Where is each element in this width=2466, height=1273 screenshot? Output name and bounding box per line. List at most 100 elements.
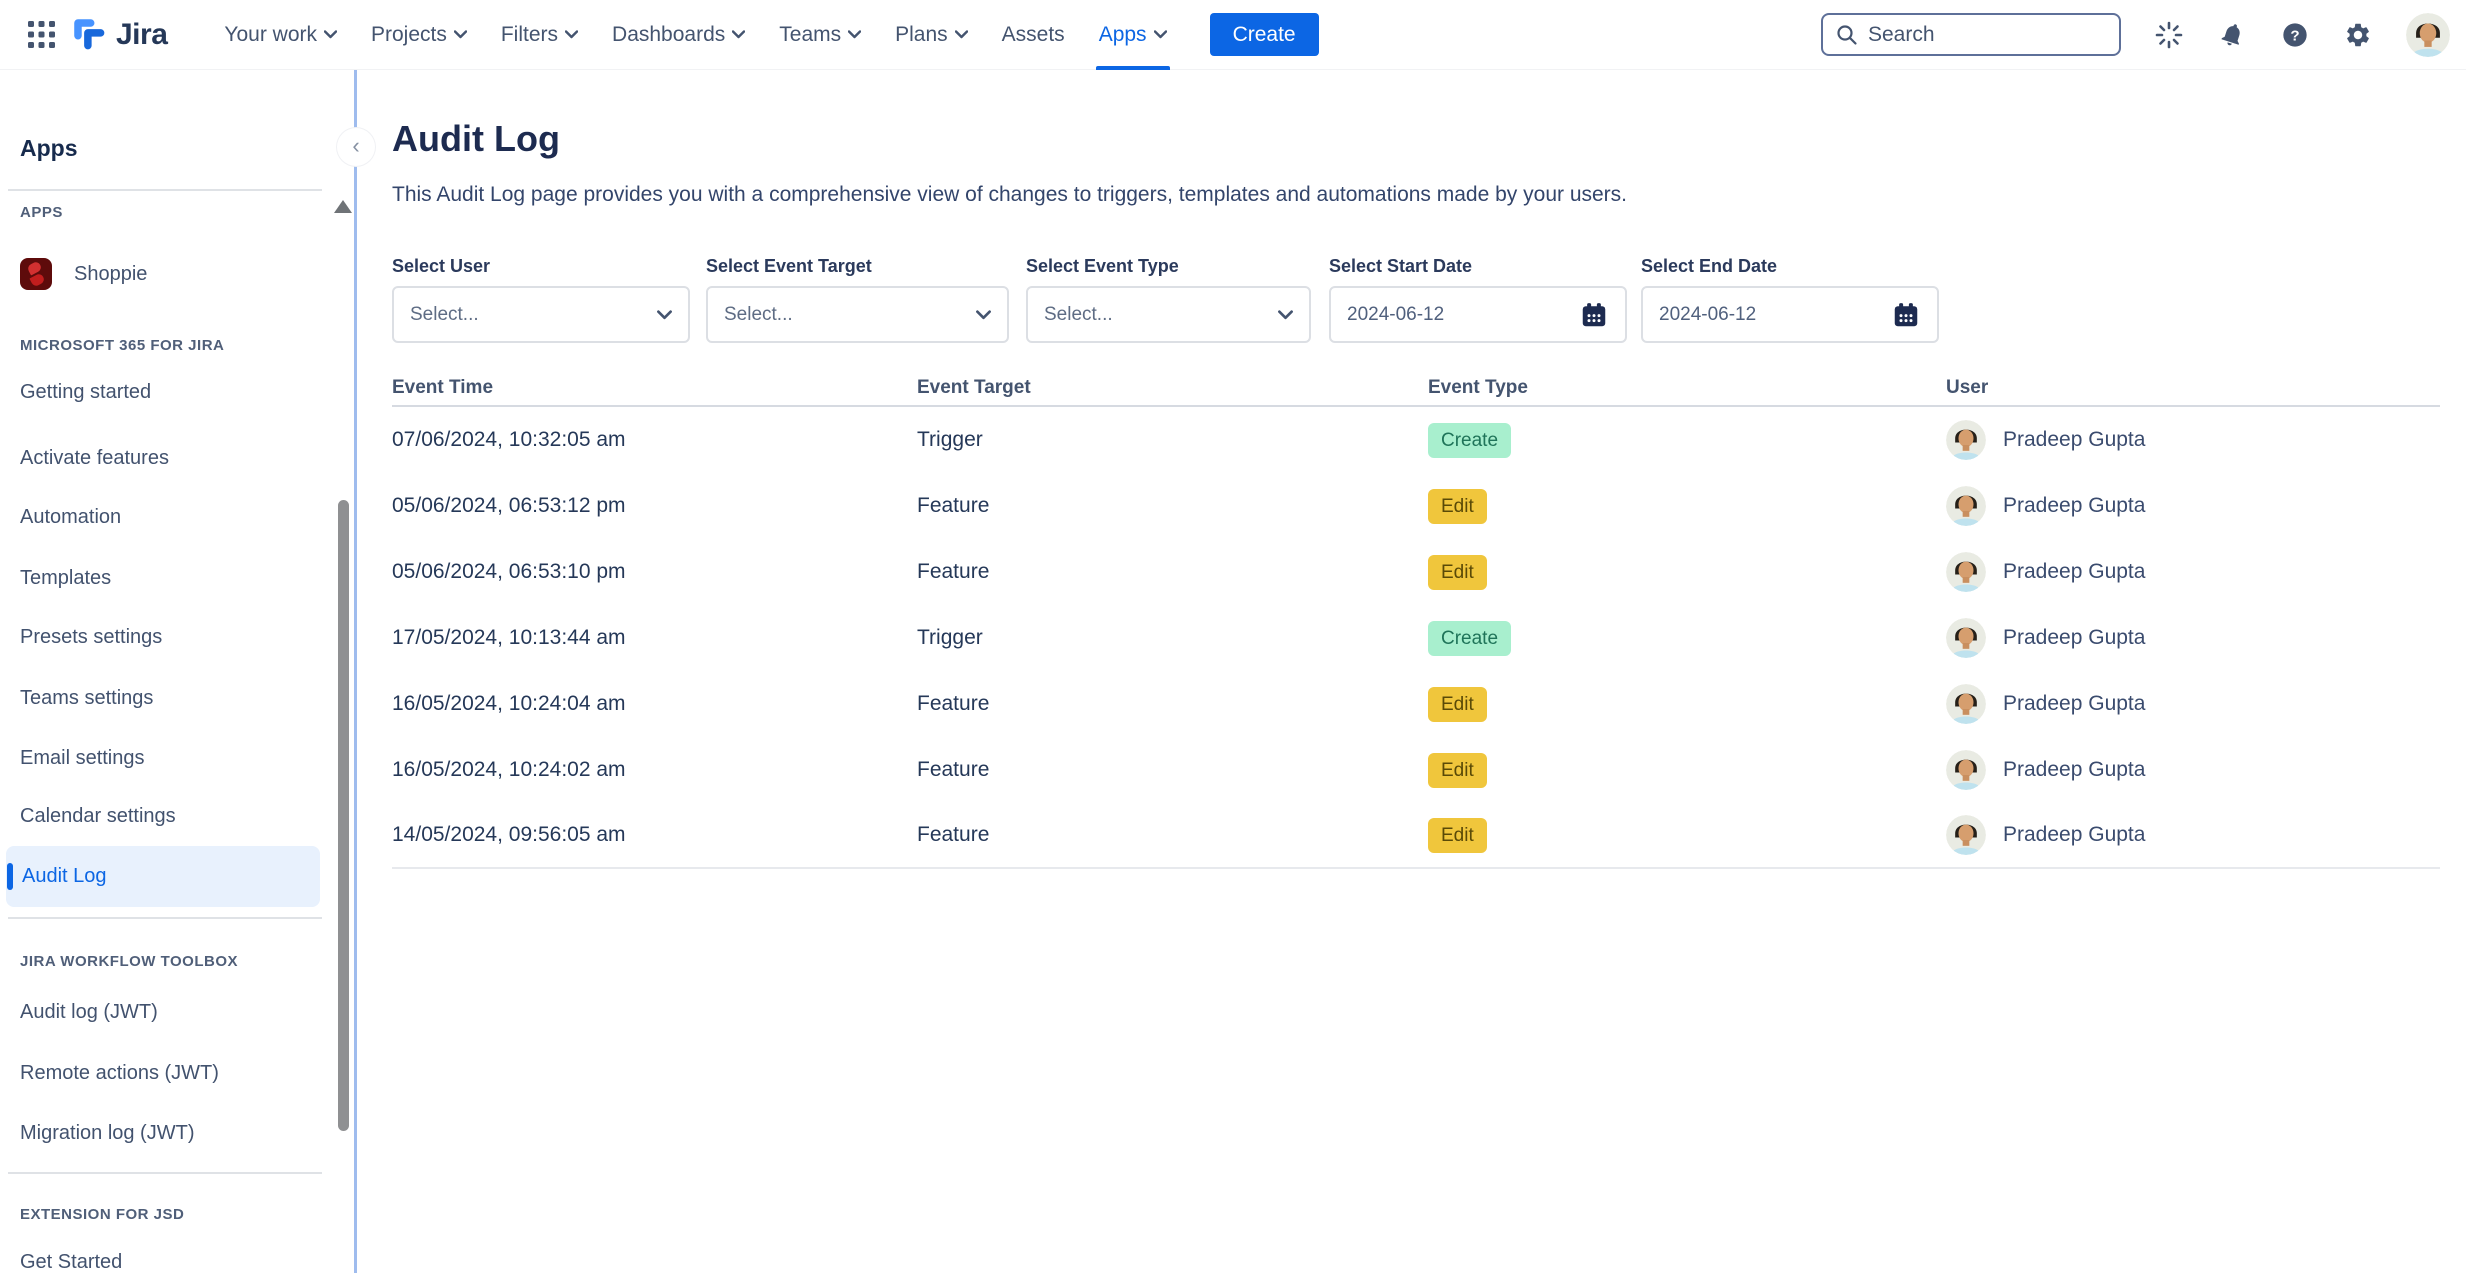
notifications-bell-icon[interactable] xyxy=(2217,20,2247,50)
sidebar-item-get-started[interactable]: Get Started xyxy=(0,1240,322,1273)
search-icon xyxy=(1836,24,1858,46)
sidebar-collapse-button[interactable]: ‹ xyxy=(337,128,375,166)
user-row-avatar xyxy=(1946,618,1986,658)
divider xyxy=(8,1172,322,1174)
event-target-cell: Trigger xyxy=(917,626,1428,650)
event-type-badge: Edit xyxy=(1428,555,1487,590)
filter-event-target-label: Select Event Target xyxy=(706,256,1009,277)
column-header-user: User xyxy=(1946,377,2440,399)
sync-spinner-icon[interactable] xyxy=(2154,20,2184,50)
user-cell: Pradeep Gupta xyxy=(1946,618,2440,658)
event-time-cell: 14/05/2024, 09:56:05 am xyxy=(392,823,917,847)
event-target-cell: Feature xyxy=(917,692,1428,716)
start-date-input[interactable]: 2024-06-12 xyxy=(1329,286,1627,343)
user-name: Pradeep Gupta xyxy=(2003,823,2145,847)
nav-filters[interactable]: Filters xyxy=(484,0,595,70)
user-row-avatar xyxy=(1946,486,1986,526)
sidebar-item-calendar-settings[interactable]: Calendar settings xyxy=(0,794,322,838)
user-row-avatar xyxy=(1946,815,1986,855)
sidebar-item-getting-started[interactable]: Getting started xyxy=(0,370,322,414)
user-name: Pradeep Gupta xyxy=(2003,758,2145,782)
search-box[interactable] xyxy=(1821,13,2121,56)
user-cell: Pradeep Gupta xyxy=(1946,750,2440,790)
chevron-down-icon xyxy=(657,310,672,320)
table-row: 07/06/2024, 10:32:05 am Trigger Create P… xyxy=(392,407,2440,473)
filter-event-type: Select Event Type Select... xyxy=(1026,256,1311,343)
nav-projects[interactable]: Projects xyxy=(354,0,484,70)
calendar-icon xyxy=(1891,300,1921,330)
sidebar-item-teams-settings[interactable]: Teams settings xyxy=(0,676,322,720)
user-name: Pradeep Gupta xyxy=(2003,692,2145,716)
event-type-badge: Create xyxy=(1428,423,1511,458)
user-avatar[interactable] xyxy=(2406,13,2450,57)
jira-logo[interactable]: Jira xyxy=(72,17,167,53)
app-switcher-icon[interactable] xyxy=(26,20,56,50)
sidebar-item-presets-settings[interactable]: Presets settings xyxy=(0,615,322,659)
sidebar-item-email-settings[interactable]: Email settings xyxy=(0,736,322,780)
chevron-down-icon xyxy=(976,310,991,320)
sidebar-section-apps: APPS xyxy=(20,204,63,221)
table-row: 14/05/2024, 09:56:05 am Feature Edit Pra… xyxy=(392,803,2440,869)
help-icon[interactable]: ? xyxy=(2280,20,2310,50)
nav-plans[interactable]: Plans xyxy=(878,0,985,70)
event-target-select[interactable]: Select... xyxy=(706,286,1009,343)
sidebar-resizer[interactable] xyxy=(354,70,357,1273)
create-button[interactable]: Create xyxy=(1210,13,1319,56)
user-name: Pradeep Gupta xyxy=(2003,560,2145,584)
nav-your-work[interactable]: Your work xyxy=(207,0,354,70)
sidebar-item-templates[interactable]: Templates xyxy=(0,556,322,600)
divider xyxy=(8,917,322,919)
chevron-down-icon xyxy=(732,30,745,39)
sidebar-item-audit-log-jwt[interactable]: Audit log (JWT) xyxy=(0,990,322,1034)
user-cell: Pradeep Gupta xyxy=(1946,552,2440,592)
page-description: This Audit Log page provides you with a … xyxy=(392,183,1627,207)
nav-dashboards[interactable]: Dashboards xyxy=(595,0,762,70)
filter-user: Select User Select... xyxy=(392,256,690,343)
user-row-avatar xyxy=(1946,750,1986,790)
sidebar-scroll-up-arrow[interactable] xyxy=(334,200,352,213)
sidebar-item-activate-features[interactable]: Activate features xyxy=(0,436,322,480)
divider xyxy=(8,189,322,191)
search-input[interactable] xyxy=(1868,23,2106,47)
user-cell: Pradeep Gupta xyxy=(1946,815,2440,855)
filter-event-type-label: Select Event Type xyxy=(1026,256,1311,277)
table-row: 05/06/2024, 06:53:10 pm Feature Edit Pra… xyxy=(392,539,2440,605)
table-row: 05/06/2024, 06:53:12 pm Feature Edit Pra… xyxy=(392,473,2440,539)
jira-wordmark: Jira xyxy=(116,18,167,52)
sidebar-item-remote-actions-jwt[interactable]: Remote actions (JWT) xyxy=(0,1051,322,1095)
nav-teams[interactable]: Teams xyxy=(762,0,878,70)
table-row: 17/05/2024, 10:13:44 am Trigger Create P… xyxy=(392,605,2440,671)
event-type-badge: Edit xyxy=(1428,489,1487,524)
filter-start-date-label: Select Start Date xyxy=(1329,256,1627,277)
user-select[interactable]: Select... xyxy=(392,286,690,343)
sidebar-title: Apps xyxy=(20,135,78,162)
settings-gear-icon[interactable] xyxy=(2343,20,2373,50)
sidebar-item-audit-log-selected[interactable]: Audit Log xyxy=(6,846,320,907)
end-date-input[interactable]: 2024-06-12 xyxy=(1641,286,1939,343)
user-name: Pradeep Gupta xyxy=(2003,494,2145,518)
event-type-badge: Create xyxy=(1428,621,1511,656)
user-row-avatar xyxy=(1946,420,1986,460)
event-type-select[interactable]: Select... xyxy=(1026,286,1311,343)
chevron-down-icon xyxy=(565,30,578,39)
chevron-down-icon xyxy=(454,30,467,39)
sidebar-item-migration-log-jwt[interactable]: Migration log (JWT) xyxy=(0,1111,322,1155)
user-row-avatar xyxy=(1946,684,1986,724)
apps-sidebar: Apps APPS Shoppie MICROSOFT 365 FOR JIRA… xyxy=(0,70,356,1273)
event-time-cell: 17/05/2024, 10:13:44 am xyxy=(392,626,917,650)
sidebar-item-automation[interactable]: Automation xyxy=(0,495,322,539)
sidebar-item-shoppie[interactable]: Shoppie xyxy=(20,252,147,296)
nav-apps-active[interactable]: Apps xyxy=(1082,0,1184,70)
event-time-cell: 05/06/2024, 06:53:10 pm xyxy=(392,560,917,584)
event-target-cell: Trigger xyxy=(917,428,1428,452)
chevron-down-icon xyxy=(848,30,861,39)
sidebar-section-jwt: JIRA WORKFLOW TOOLBOX xyxy=(20,953,238,970)
event-target-cell: Feature xyxy=(917,758,1428,782)
event-time-cell: 07/06/2024, 10:32:05 am xyxy=(392,428,917,452)
nav-assets[interactable]: Assets xyxy=(985,0,1082,70)
event-type-badge: Edit xyxy=(1428,687,1487,722)
event-type-badge: Edit xyxy=(1428,818,1487,853)
column-header-event-time: Event Time xyxy=(392,377,917,399)
sidebar-scrollbar-thumb[interactable] xyxy=(338,500,349,1131)
chevron-down-icon xyxy=(324,30,337,39)
